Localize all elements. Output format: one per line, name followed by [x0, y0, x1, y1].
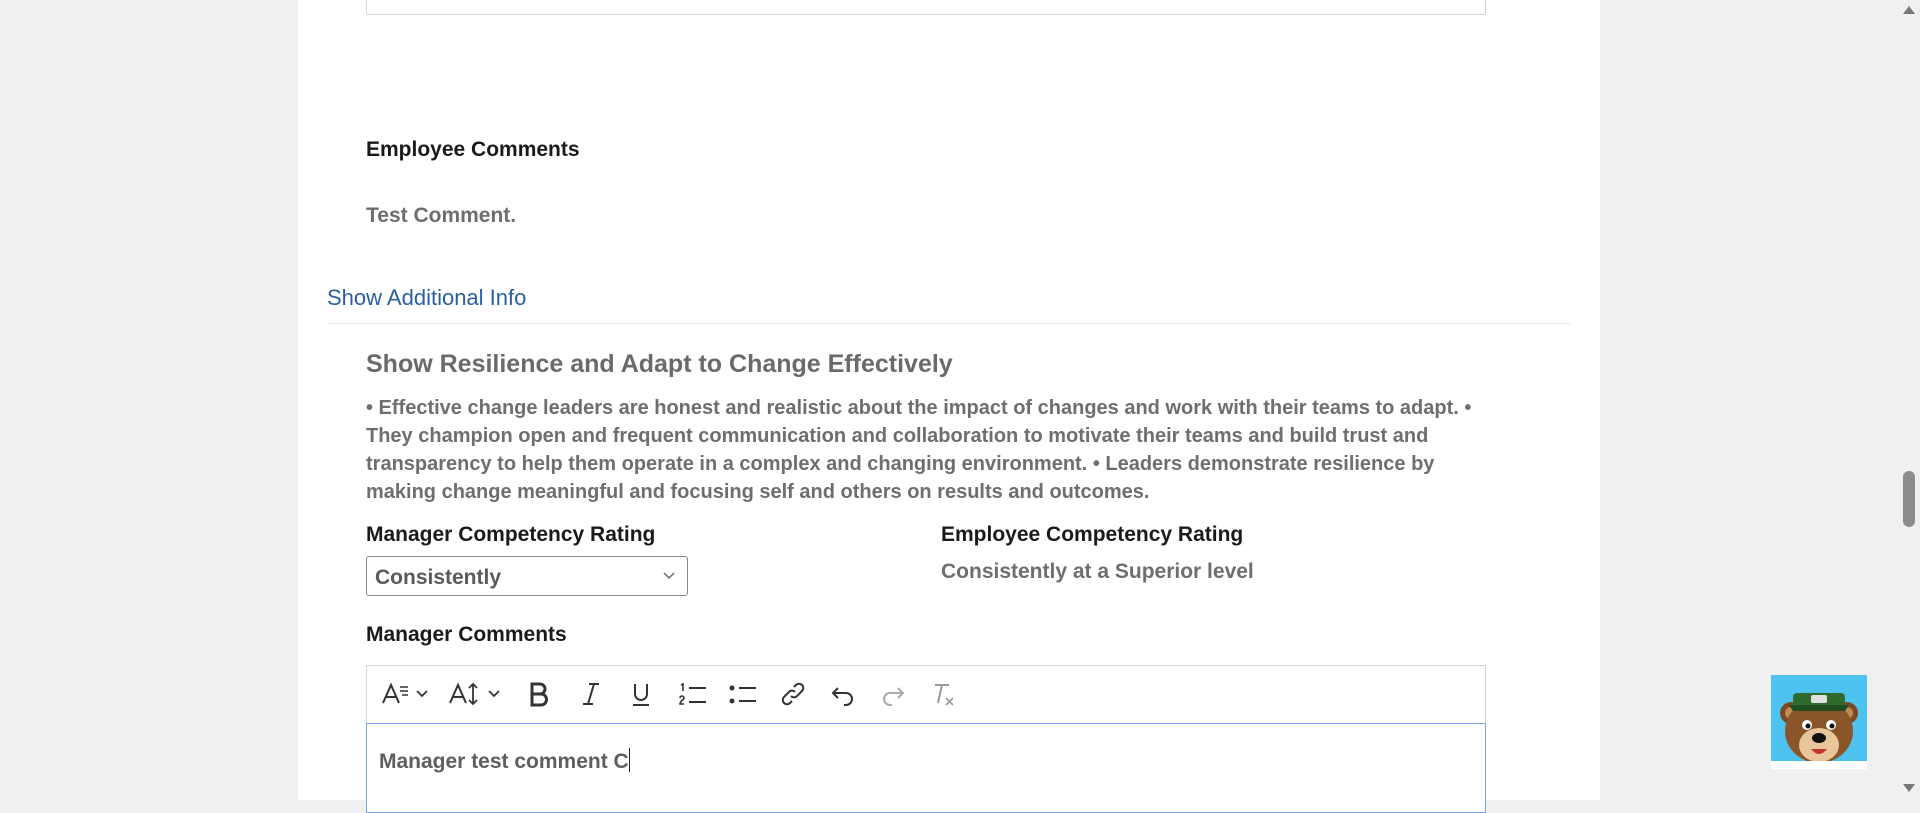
bold-icon — [530, 682, 548, 707]
scroll-up-icon[interactable] — [1903, 6, 1915, 14]
italic-button[interactable] — [573, 676, 609, 712]
bullet-list-icon — [729, 685, 756, 704]
page-scrollbar[interactable] — [1898, 0, 1920, 800]
manager-rating-value: Consistently — [375, 566, 502, 589]
link-icon — [781, 682, 805, 706]
underline-icon — [633, 684, 649, 706]
ordered-list-button[interactable] — [673, 676, 713, 712]
bold-button[interactable] — [521, 676, 557, 712]
employee-rating-value: Consistently at a Superior level — [941, 560, 1254, 583]
bear-mascot-icon[interactable] — [1771, 675, 1867, 769]
editor-toolbar — [367, 666, 1485, 722]
scroll-down-icon[interactable] — [1903, 784, 1915, 792]
text-caret — [628, 748, 630, 772]
bullet-list-button[interactable] — [723, 676, 763, 712]
clear-format-icon — [935, 684, 954, 706]
redo-button[interactable] — [875, 676, 911, 712]
competency-title: Show Resilience and Adapt to Change Effe… — [366, 350, 953, 378]
previous-field-box — [366, 0, 1486, 15]
font-family-icon — [382, 682, 428, 704]
manager-rating-label: Manager Competency Rating — [366, 523, 656, 546]
italic-icon — [583, 683, 599, 705]
manager-comments-label: Manager Comments — [366, 623, 567, 646]
font-size-icon — [449, 682, 500, 706]
manager-comments-text: Manager test comment C — [379, 750, 629, 773]
competency-description: • Effective change leaders are honest an… — [366, 397, 1472, 503]
undo-button[interactable] — [825, 676, 861, 712]
ordered-list-icon — [679, 682, 706, 705]
undo-icon — [831, 687, 853, 706]
font-family-button[interactable] — [379, 676, 435, 712]
manager-rating-select[interactable]: Consistently — [366, 556, 688, 596]
underline-button[interactable] — [623, 676, 659, 712]
rich-text-editor: Manager test comment C — [366, 665, 1486, 813]
employee-rating-label: Employee Competency Rating — [941, 523, 1244, 546]
show-additional-info-link[interactable]: Show Additional Info — [327, 285, 526, 311]
employee-comments-text: Test Comment. — [366, 204, 517, 227]
scrollbar-thumb[interactable] — [1903, 471, 1915, 527]
font-size-button[interactable] — [447, 676, 507, 712]
section-divider — [327, 323, 1570, 324]
employee-comments-label: Employee Comments — [366, 138, 580, 161]
link-button[interactable] — [775, 676, 811, 712]
redo-icon — [883, 687, 905, 706]
content-sheet: Employee Comments Test Comment. Show Add… — [298, 0, 1600, 813]
clear-format-button[interactable] — [925, 676, 961, 712]
chevron-down-icon — [663, 572, 675, 580]
